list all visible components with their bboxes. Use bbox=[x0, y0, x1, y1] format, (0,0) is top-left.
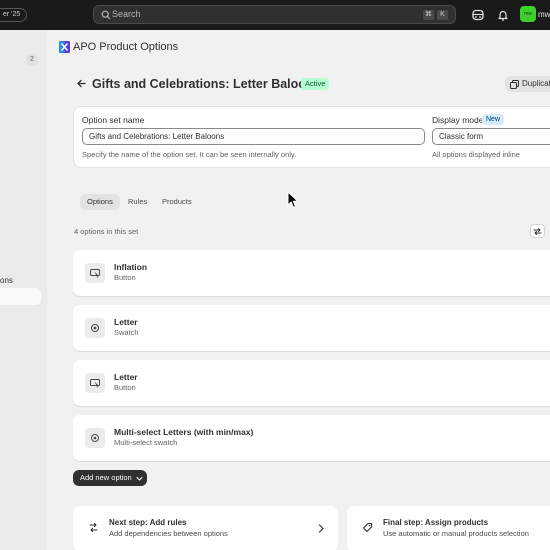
edition-badge[interactable]: er '25 bbox=[0, 8, 28, 22]
option-set-name-input[interactable]: Gifts and Celebrations: Letter Baloons bbox=[82, 128, 425, 145]
option-set-name-help: Specify the name of the option set. It c… bbox=[82, 150, 297, 159]
final-step-card[interactable]: Final step: Assign products Use automati… bbox=[347, 506, 550, 550]
duplicate-icon bbox=[510, 80, 519, 89]
search-bar[interactable]: Search ⌘ K bbox=[93, 5, 456, 24]
option-type: Swatch bbox=[114, 328, 139, 337]
arrows-swap-icon bbox=[533, 228, 542, 235]
option-set-name-label: Option set name bbox=[82, 115, 145, 125]
app-logo-icon bbox=[59, 41, 70, 53]
rules-icon bbox=[89, 522, 98, 533]
tab-products[interactable]: Products bbox=[155, 194, 199, 210]
next-step-title: Next step: Add rules bbox=[109, 518, 187, 527]
next-step-card[interactable]: Next step: Add rules Add dependencies be… bbox=[73, 506, 338, 550]
sidekick-icon[interactable] bbox=[471, 8, 485, 22]
button-icon bbox=[90, 379, 100, 388]
option-type: Multi-select swatch bbox=[114, 438, 178, 447]
duplicate-button[interactable]: Duplicate bbox=[505, 76, 550, 92]
option-row[interactable]: Inflation Button bbox=[73, 250, 550, 296]
bell-icon[interactable] bbox=[496, 8, 510, 22]
option-name: Inflation bbox=[114, 262, 148, 272]
option-type: Button bbox=[114, 383, 136, 392]
chevron-down-icon bbox=[136, 476, 143, 481]
sidebar-selected-item[interactable] bbox=[0, 288, 41, 305]
tab-rules[interactable]: Rules bbox=[121, 194, 154, 210]
shortcut-k-key: K bbox=[437, 10, 448, 20]
option-row[interactable]: Letter Swatch bbox=[73, 305, 550, 351]
display-mode-label: Display mode bbox=[432, 115, 484, 125]
option-type-badge bbox=[85, 318, 105, 338]
search-placeholder: Search bbox=[112, 9, 141, 19]
option-type-badge bbox=[85, 263, 105, 283]
button-icon bbox=[90, 269, 100, 278]
option-type-badge bbox=[85, 428, 105, 448]
option-name: Letter bbox=[114, 372, 138, 382]
top-bar: er '25 Search ⌘ K mw mw bbox=[0, 0, 550, 30]
swatch-icon bbox=[91, 324, 99, 332]
add-new-option-label: Add new option bbox=[80, 473, 132, 482]
next-step-desc: Add dependencies between options bbox=[109, 529, 228, 538]
display-mode-select[interactable]: Classic form bbox=[432, 128, 550, 145]
chevron-right-icon bbox=[318, 524, 324, 533]
mouse-pointer-icon bbox=[287, 191, 299, 209]
tag-icon bbox=[362, 522, 373, 533]
back-arrow-icon[interactable] bbox=[76, 78, 87, 89]
swatch-icon bbox=[91, 434, 99, 442]
reorder-button[interactable] bbox=[530, 224, 545, 238]
store-avatar[interactable]: mw bbox=[520, 6, 536, 22]
sidebar-count-badge: 2 bbox=[26, 54, 38, 66]
final-step-title: Final step: Assign products bbox=[383, 518, 489, 527]
option-row[interactable]: Multi-select Letters (with min/max) Mult… bbox=[73, 415, 550, 461]
duplicate-label: Duplicate bbox=[522, 79, 550, 88]
option-row[interactable]: Letter Button bbox=[73, 360, 550, 406]
store-name[interactable]: mw bbox=[538, 10, 550, 19]
sidebar: 2 ons bbox=[0, 30, 47, 550]
page-title: Gifts and Celebrations: Letter Baloons bbox=[92, 77, 321, 91]
option-name: Letter bbox=[114, 317, 138, 327]
sidebar-section-label[interactable]: ons bbox=[0, 276, 13, 285]
option-type-badge bbox=[85, 373, 105, 393]
final-step-desc: Use automatic or manual products selecti… bbox=[383, 529, 529, 538]
add-new-option-button[interactable]: Add new option bbox=[73, 470, 147, 486]
new-badge: New bbox=[482, 114, 505, 125]
display-mode-help: All options displayed inline bbox=[432, 150, 520, 159]
shortcut-cmd-key: ⌘ bbox=[423, 10, 434, 20]
status-badge: Active bbox=[301, 78, 330, 90]
search-icon bbox=[101, 10, 111, 20]
options-count: 4 options in this set bbox=[74, 227, 139, 236]
tab-options[interactable]: Options bbox=[80, 194, 120, 210]
option-name: Multi-select Letters (with min/max) bbox=[114, 427, 254, 437]
option-type: Button bbox=[114, 273, 136, 282]
app-title: APO Product Options bbox=[73, 41, 179, 53]
